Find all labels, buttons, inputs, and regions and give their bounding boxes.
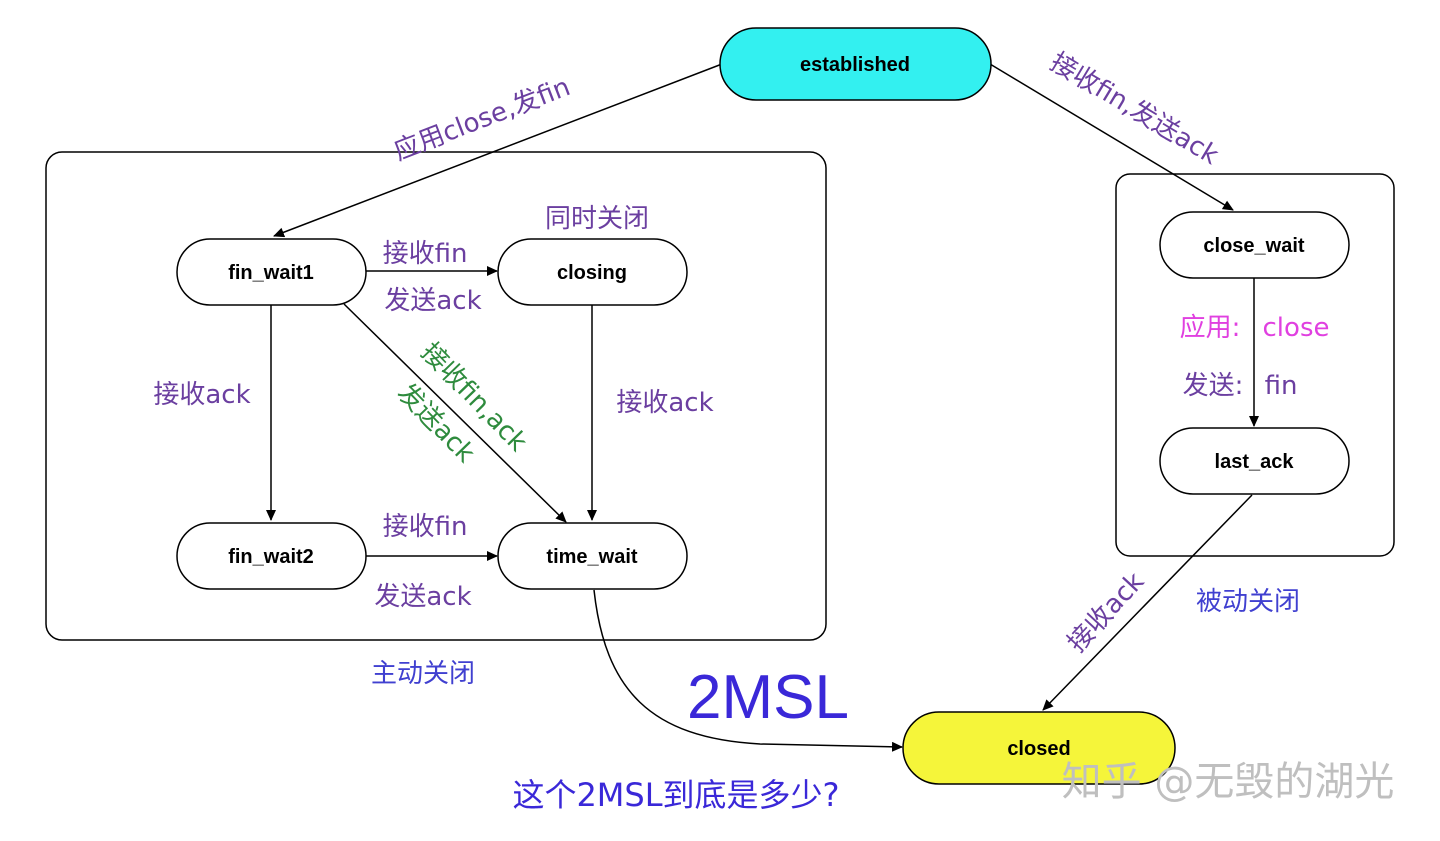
tcp-state-diagram: established fin_wait1 closing fin_wait2 …: [45, 27, 1395, 814]
state-close-wait-label: close_wait: [1203, 235, 1305, 257]
label-fw1-closing-recv: 接收fin: [383, 239, 468, 269]
edge-fin-wait1-to-time-wait: [343, 303, 567, 523]
state-time-wait: time_wait: [497, 522, 688, 590]
state-established: established: [719, 27, 992, 101]
state-fin-wait2-label: fin_wait2: [228, 546, 314, 568]
state-fin-wait1-label: fin_wait1: [228, 262, 314, 284]
label-fw1-closing-send: 发送ack: [384, 286, 481, 316]
state-closing: closing: [497, 238, 688, 306]
label-cw-send-value: fin: [1265, 371, 1298, 401]
label-2msl: 2MSL: [687, 663, 849, 732]
label-active-close: 主动关闭: [371, 659, 475, 689]
state-last-ack: last_ack: [1159, 427, 1350, 495]
state-last-ack-label: last_ack: [1215, 451, 1295, 473]
watermark: 知乎 @无毁的湖光: [1062, 759, 1395, 805]
state-closed-label: closed: [1007, 738, 1070, 760]
label-fw2-tw-recv: 接收fin: [383, 512, 468, 542]
question-text: 这个2MSL到底是多少?: [512, 776, 839, 814]
label-simultaneous-close: 同时关闭: [545, 204, 649, 234]
label-passive-close: 被动关闭: [1196, 587, 1300, 617]
state-close-wait: close_wait: [1159, 211, 1350, 279]
label-cw-app-value: close: [1263, 313, 1330, 343]
label-cw-app-prefix: 应用:: [1180, 313, 1241, 343]
state-fin-wait1: fin_wait1: [176, 238, 367, 306]
label-closing-tw-recv-ack: 接收ack: [616, 388, 713, 418]
label-fw2-tw-send: 发送ack: [374, 582, 471, 612]
state-established-label: established: [800, 54, 910, 76]
label-cw-send-prefix: 发送:: [1183, 371, 1244, 401]
label-recv-fin-send-ack: 接收fin,发送ack: [1045, 47, 1224, 171]
label-fw1-fw2-recv-ack: 接收ack: [153, 380, 250, 410]
state-fin-wait2: fin_wait2: [176, 522, 367, 590]
state-time-wait-label: time_wait: [546, 546, 637, 568]
edge-established-to-fin-wait1: [273, 63, 723, 238]
state-closing-label: closing: [557, 262, 627, 284]
